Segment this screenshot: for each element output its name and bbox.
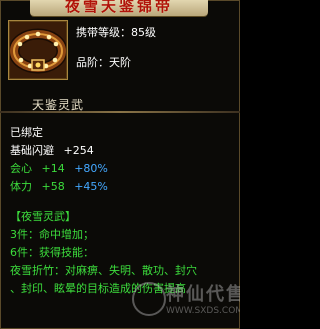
bound-status: 已绑定 bbox=[10, 126, 43, 139]
stat-bonus: +80% bbox=[74, 162, 108, 175]
skill-description-line2: 、封印、眩晕的目标造成的伤害提高 bbox=[10, 282, 186, 295]
stat-row-dodge: 基础闪避 +254 bbox=[10, 142, 94, 158]
stat-label: 体力 bbox=[10, 180, 32, 193]
set-bonus-3: 3件：命中增加； bbox=[10, 228, 94, 241]
item-title: 夜雪天鉴锦带 bbox=[64, 0, 173, 15]
belt-item-icon bbox=[8, 20, 68, 80]
stat-label: 基础闪避 bbox=[10, 144, 54, 157]
item-grade: 品阶：天阶 bbox=[76, 56, 131, 69]
skill-description-line1: 夜雪折竹：对麻痹、失明、散功、封穴 bbox=[10, 264, 197, 277]
set-bonus-6: 6件：获得技能： bbox=[10, 246, 94, 259]
watermark-url: WWW.SXDS.COM bbox=[166, 306, 240, 316]
title-bar: 夜雪天鉴锦带 bbox=[30, 0, 208, 16]
divider bbox=[0, 111, 240, 113]
item-header: 携带等级：85级 品阶：天阶 bbox=[0, 16, 240, 90]
stat-value: +254 bbox=[63, 144, 94, 157]
stat-row-stamina: 体力 +58 +45% bbox=[10, 178, 108, 194]
stat-value: +14 bbox=[41, 162, 65, 175]
stat-row-crit: 会心 +14 +80% bbox=[10, 160, 108, 176]
item-tooltip: 夜雪天鉴锦带 携带等级：85级 品阶：天阶 天鉴灵武 已绑定 基础闪避 +254… bbox=[0, 0, 240, 329]
set-header: 【夜雪灵武】 bbox=[10, 210, 76, 223]
stat-label: 会心 bbox=[10, 162, 32, 175]
stat-bonus: +45% bbox=[74, 180, 108, 193]
carry-level: 携带等级：85级 bbox=[76, 26, 156, 39]
stat-value: +58 bbox=[41, 180, 65, 193]
